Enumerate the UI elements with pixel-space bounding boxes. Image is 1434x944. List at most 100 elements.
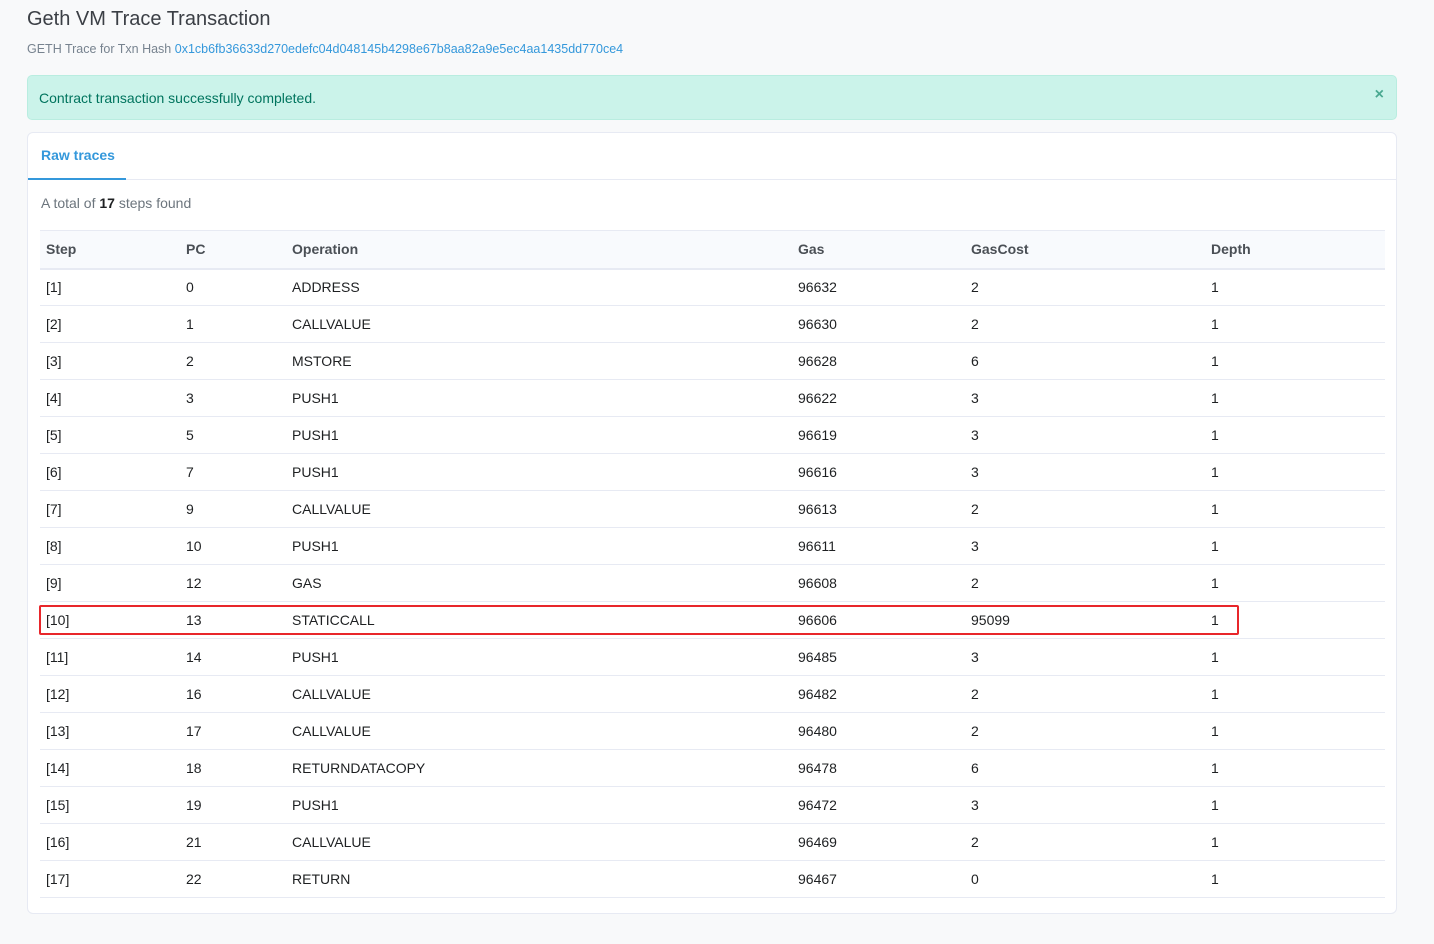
table-row: [8] 10 PUSH1 96611 3 1 — [40, 527, 1385, 565]
step-cell: [5] — [40, 416, 180, 454]
table-row: [5] 5 PUSH1 96619 3 1 — [40, 416, 1385, 454]
gas-cell: 96478 — [792, 749, 965, 787]
trace-table: Step PC Operation Gas GasCost Depth [1] 0 ADDRE… — [40, 230, 1385, 898]
step-cell: [16] — [40, 823, 180, 861]
operation-cell: CALLVALUE — [286, 490, 792, 528]
operation-cell: PUSH1 — [286, 527, 792, 565]
steps-count: 17 — [99, 195, 115, 211]
column-header-step: Step — [40, 230, 180, 270]
pc-cell: 9 — [180, 490, 286, 528]
depth-cell: 1 — [1205, 305, 1385, 343]
gas-cell: 96613 — [792, 490, 965, 528]
operation-cell: STATICCALL — [286, 601, 792, 639]
step-cell: [14] — [40, 749, 180, 787]
close-icon[interactable]: × — [1375, 86, 1384, 104]
gas-cell: 96469 — [792, 823, 965, 861]
tab-raw-traces[interactable]: Raw traces — [28, 133, 126, 180]
depth-cell: 1 — [1205, 823, 1385, 861]
gascost-cell: 2 — [965, 564, 1205, 602]
gas-cell: 96485 — [792, 638, 965, 676]
gascost-cell: 2 — [965, 675, 1205, 713]
table-row: [10] 13 STATICCALL 96606 95099 1 — [40, 601, 1385, 639]
page-title: Geth VM Trace Transaction — [27, 8, 271, 30]
depth-cell: 1 — [1205, 379, 1385, 417]
gascost-cell: 0 — [965, 860, 1205, 898]
depth-cell: 1 — [1205, 342, 1385, 380]
table-body: [1] 0 ADDRESS 96632 2 1 [2] 1 CALLVALUE 96630 2 1 [3… — [40, 268, 1385, 898]
table-row: [9] 12 GAS 96608 2 1 — [40, 564, 1385, 602]
gascost-cell: 3 — [965, 379, 1205, 417]
step-cell: [11] — [40, 638, 180, 676]
gas-cell: 96480 — [792, 712, 965, 750]
pc-cell: 2 — [180, 342, 286, 380]
operation-cell: PUSH1 — [286, 638, 792, 676]
depth-cell: 1 — [1205, 675, 1385, 713]
table-row: [17] 22 RETURN 96467 0 1 — [40, 860, 1385, 898]
pc-cell: 14 — [180, 638, 286, 676]
pc-cell: 21 — [180, 823, 286, 861]
depth-cell: 1 — [1205, 490, 1385, 528]
table-header-row: Step PC Operation Gas GasCost Depth — [40, 230, 1385, 270]
operation-cell: CALLVALUE — [286, 712, 792, 750]
depth-cell: 1 — [1205, 453, 1385, 491]
gascost-cell: 6 — [965, 749, 1205, 787]
gascost-cell: 2 — [965, 268, 1205, 306]
pc-cell: 7 — [180, 453, 286, 491]
gas-cell: 96608 — [792, 564, 965, 602]
table-row: [4] 3 PUSH1 96622 3 1 — [40, 379, 1385, 417]
table-row: [14] 18 RETURNDATACOPY 96478 6 1 — [40, 749, 1385, 787]
gas-cell: 96606 — [792, 601, 965, 639]
operation-cell: GAS — [286, 564, 792, 602]
depth-cell: 1 — [1205, 786, 1385, 824]
pc-cell: 1 — [180, 305, 286, 343]
operation-cell: ADDRESS — [286, 268, 792, 306]
page-subtitle: GETH Trace for Txn Hash 0x1cb6fb36633d27… — [27, 42, 623, 56]
column-header-gas: Gas — [792, 230, 965, 270]
table-row: [1] 0 ADDRESS 96632 2 1 — [40, 268, 1385, 306]
pc-cell: 0 — [180, 268, 286, 306]
depth-cell: 1 — [1205, 564, 1385, 602]
gas-cell: 96616 — [792, 453, 965, 491]
card-tabs: Raw traces — [28, 133, 1396, 180]
table-row: [3] 2 MSTORE 96628 6 1 — [40, 342, 1385, 380]
operation-cell: PUSH1 — [286, 786, 792, 824]
depth-cell: 1 — [1205, 712, 1385, 750]
table-row: [2] 1 CALLVALUE 96630 2 1 — [40, 305, 1385, 343]
table-row: [7] 9 CALLVALUE 96613 2 1 — [40, 490, 1385, 528]
pc-cell: 3 — [180, 379, 286, 417]
gascost-cell: 3 — [965, 453, 1205, 491]
depth-cell: 1 — [1205, 860, 1385, 898]
pc-cell: 12 — [180, 564, 286, 602]
step-cell: [6] — [40, 453, 180, 491]
operation-cell: PUSH1 — [286, 416, 792, 454]
column-header-depth: Depth — [1205, 230, 1385, 270]
pc-cell: 16 — [180, 675, 286, 713]
pc-cell: 19 — [180, 786, 286, 824]
table-row: [13] 17 CALLVALUE 96480 2 1 — [40, 712, 1385, 750]
operation-cell: RETURN — [286, 860, 792, 898]
gas-cell: 96632 — [792, 268, 965, 306]
gascost-cell: 3 — [965, 786, 1205, 824]
gas-cell: 96472 — [792, 786, 965, 824]
operation-cell: PUSH1 — [286, 379, 792, 417]
txn-hash-link[interactable]: 0x1cb6fb36633d270edefc04d048145b4298e67b… — [175, 42, 623, 56]
operation-cell: CALLVALUE — [286, 823, 792, 861]
trace-card: Raw traces A total of 17 steps found Ste… — [27, 132, 1397, 914]
steps-summary: A total of 17 steps found — [41, 195, 192, 211]
table-row: [15] 19 PUSH1 96472 3 1 — [40, 786, 1385, 824]
success-alert: Contract transaction successfully comple… — [27, 75, 1397, 120]
step-cell: [3] — [40, 342, 180, 380]
pc-cell: 22 — [180, 860, 286, 898]
gas-cell: 96622 — [792, 379, 965, 417]
gascost-cell: 3 — [965, 416, 1205, 454]
gascost-cell: 2 — [965, 823, 1205, 861]
table-row: [16] 21 CALLVALUE 96469 2 1 — [40, 823, 1385, 861]
column-header-pc: PC — [180, 230, 286, 270]
gascost-cell: 3 — [965, 527, 1205, 565]
pc-cell: 18 — [180, 749, 286, 787]
step-cell: [17] — [40, 860, 180, 898]
gascost-cell: 2 — [965, 712, 1205, 750]
operation-cell: RETURNDATACOPY — [286, 749, 792, 787]
column-header-operation: Operation — [286, 230, 792, 270]
gascost-cell: 6 — [965, 342, 1205, 380]
